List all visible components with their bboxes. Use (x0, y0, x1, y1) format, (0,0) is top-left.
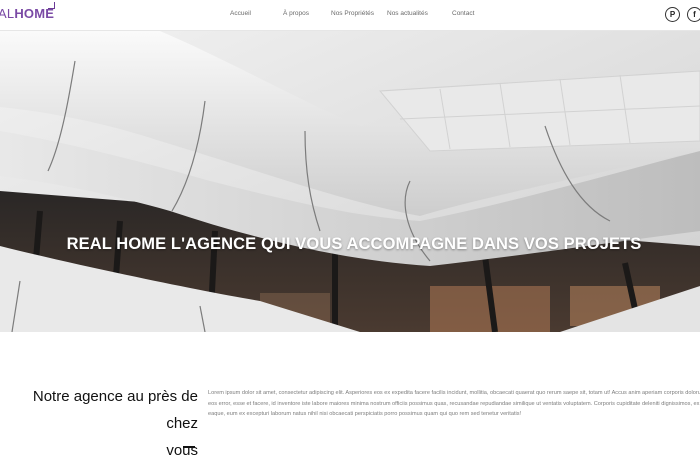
heading-underline (183, 446, 195, 448)
logo-prefix: AL (0, 6, 15, 21)
nav-a-propos[interactable]: À propos (283, 10, 309, 17)
about-heading: Notre agence au près de chez vous (0, 383, 198, 464)
nav-accueil[interactable]: Accueil (230, 10, 251, 17)
site-header: ALHOME Accueil À propos Nos Propriétés N… (0, 0, 700, 31)
hero-title: REAL HOME L'AGENCE QUI VOUS ACCOMPAGNE D… (0, 235, 700, 254)
hero-title-text: REAL HOME L'AGENCE QUI VOUS ACCOMPAGNE D… (66, 235, 642, 253)
facebook-icon[interactable]: f (687, 7, 700, 22)
about-heading-line2: vous (166, 442, 198, 459)
hero-background-image (0, 31, 700, 332)
hero-banner: REAL HOME L'AGENCE QUI VOUS ACCOMPAGNE D… (0, 31, 700, 332)
nav-nos-proprietes[interactable]: Nos Propriétés (331, 10, 374, 17)
nav-contact[interactable]: Contact (452, 10, 474, 17)
nav-nos-actualites[interactable]: Nos actualités (387, 10, 428, 17)
logo[interactable]: ALHOME (0, 6, 54, 21)
about-paragraph: Lorem ipsum dolor sit amet, consectetur … (208, 390, 700, 417)
logo-corner-mark (48, 2, 55, 9)
pinterest-icon[interactable]: P (665, 7, 680, 22)
about-heading-line1: Notre agence au près de chez (32, 388, 198, 432)
